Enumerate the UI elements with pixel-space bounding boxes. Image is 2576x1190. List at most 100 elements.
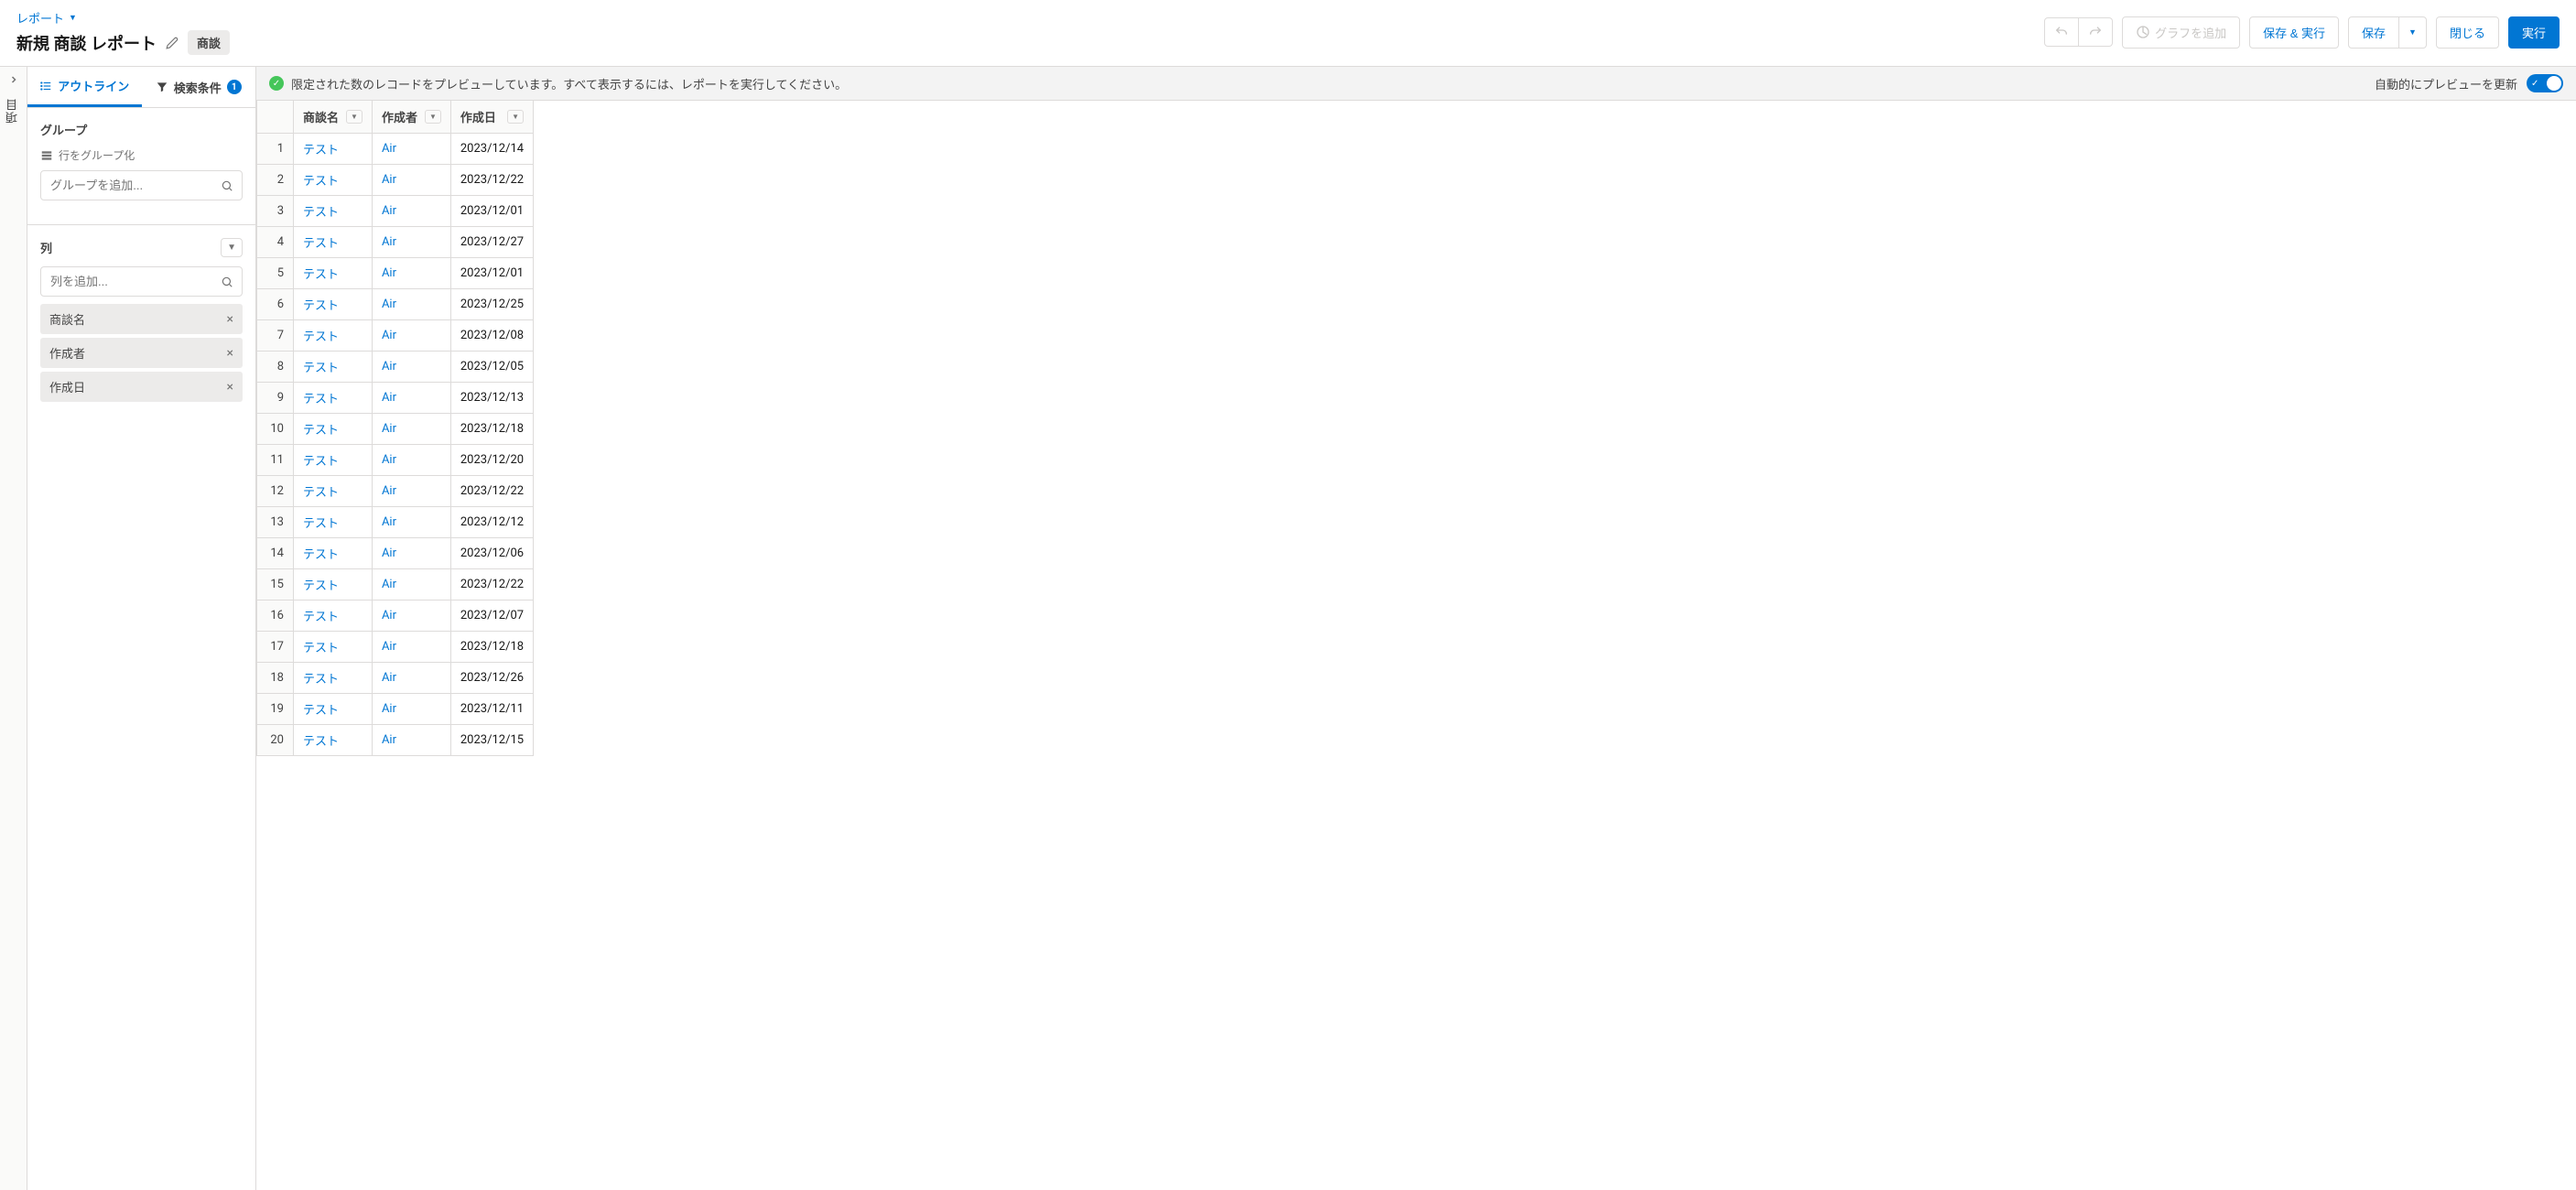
row-number: 12 xyxy=(257,476,294,507)
opportunity-name-cell[interactable]: テスト xyxy=(294,320,373,352)
opportunity-name-cell[interactable]: テスト xyxy=(294,569,373,600)
creator-cell[interactable]: Air xyxy=(372,600,450,632)
date-cell: 2023/12/26 xyxy=(450,663,533,694)
table-row: 14テストAir2023/12/06 xyxy=(257,538,534,569)
creator-cell[interactable]: Air xyxy=(372,663,450,694)
creator-cell[interactable]: Air xyxy=(372,352,450,383)
opportunity-name-cell[interactable]: テスト xyxy=(294,289,373,320)
auto-preview-toggle[interactable]: ✓ xyxy=(2527,74,2563,92)
tab-filters-label: 検索条件 xyxy=(174,79,222,96)
row-number: 7 xyxy=(257,320,294,352)
column-header[interactable]: 商談名 ▼ xyxy=(294,101,373,134)
opportunity-name-cell[interactable]: テスト xyxy=(294,352,373,383)
column-header[interactable]: 作成者▼ xyxy=(372,101,450,134)
filter-count-badge: 1 xyxy=(227,80,242,94)
row-number: 11 xyxy=(257,445,294,476)
save-run-button[interactable]: 保存 & 実行 xyxy=(2249,16,2339,49)
redo-button[interactable] xyxy=(2079,17,2113,47)
table-row: 20テストAir2023/12/15 xyxy=(257,725,534,756)
date-cell: 2023/12/13 xyxy=(450,383,533,414)
opportunity-name-cell[interactable]: テスト xyxy=(294,445,373,476)
filter-icon xyxy=(156,81,168,93)
columns-options-button[interactable]: ▼ xyxy=(221,238,243,257)
row-number: 20 xyxy=(257,725,294,756)
date-cell: 2023/12/22 xyxy=(450,476,533,507)
save-dropdown-button[interactable]: ▼ xyxy=(2399,16,2427,49)
tab-filters[interactable]: 検索条件 1 xyxy=(142,67,256,107)
creator-cell[interactable]: Air xyxy=(372,383,450,414)
opportunity-name-cell[interactable]: テスト xyxy=(294,507,373,538)
row-number: 3 xyxy=(257,196,294,227)
row-number: 5 xyxy=(257,258,294,289)
opportunity-name-cell[interactable]: テスト xyxy=(294,383,373,414)
row-number: 15 xyxy=(257,569,294,600)
table-row: 3テストAir2023/12/01 xyxy=(257,196,534,227)
creator-cell[interactable]: Air xyxy=(372,165,450,196)
column-menu-button[interactable]: ▼ xyxy=(425,110,441,124)
tab-outline[interactable]: アウトライン xyxy=(27,67,142,107)
creator-cell[interactable]: Air xyxy=(372,258,450,289)
column-chip[interactable]: 作成日× xyxy=(40,372,243,402)
close-icon[interactable]: × xyxy=(227,346,233,361)
opportunity-name-cell[interactable]: テスト xyxy=(294,476,373,507)
close-button[interactable]: 閉じる xyxy=(2436,16,2499,49)
run-button[interactable]: 実行 xyxy=(2508,16,2560,49)
creator-cell[interactable]: Air xyxy=(372,507,450,538)
creator-cell[interactable]: Air xyxy=(372,632,450,663)
close-icon[interactable]: × xyxy=(227,312,233,327)
opportunity-name-cell[interactable]: テスト xyxy=(294,134,373,165)
opportunity-name-cell[interactable]: テスト xyxy=(294,196,373,227)
undo-button[interactable] xyxy=(2044,17,2079,47)
page-title: 新規 商談 レポート xyxy=(16,31,157,55)
add-chart-button[interactable]: グラフを追加 xyxy=(2122,16,2240,49)
save-button[interactable]: 保存 xyxy=(2348,16,2399,49)
column-menu-button[interactable]: ▼ xyxy=(507,110,524,124)
table-row: 16テストAir2023/12/07 xyxy=(257,600,534,632)
list-icon xyxy=(39,80,52,92)
creator-cell[interactable]: Air xyxy=(372,320,450,352)
opportunity-name-cell[interactable]: テスト xyxy=(294,694,373,725)
close-icon[interactable]: × xyxy=(227,380,233,395)
row-number: 13 xyxy=(257,507,294,538)
table-row: 17テストAir2023/12/18 xyxy=(257,632,534,663)
creator-cell[interactable]: Air xyxy=(372,196,450,227)
creator-cell[interactable]: Air xyxy=(372,569,450,600)
opportunity-name-cell[interactable]: テスト xyxy=(294,538,373,569)
creator-cell[interactable]: Air xyxy=(372,134,450,165)
opportunity-name-cell[interactable]: テスト xyxy=(294,165,373,196)
fields-rail-label[interactable]: 項目 xyxy=(5,98,22,124)
group-search-input[interactable] xyxy=(40,170,243,200)
opportunity-name-cell[interactable]: テスト xyxy=(294,725,373,756)
column-header-label: 商談名 xyxy=(303,108,339,125)
row-number: 9 xyxy=(257,383,294,414)
redo-icon xyxy=(2088,25,2103,39)
creator-cell[interactable]: Air xyxy=(372,694,450,725)
pencil-icon[interactable] xyxy=(166,37,179,49)
creator-cell[interactable]: Air xyxy=(372,476,450,507)
creator-cell[interactable]: Air xyxy=(372,227,450,258)
table-row: 4テストAir2023/12/27 xyxy=(257,227,534,258)
creator-cell[interactable]: Air xyxy=(372,538,450,569)
opportunity-name-cell[interactable]: テスト xyxy=(294,663,373,694)
column-chip[interactable]: 商談名× xyxy=(40,304,243,334)
creator-cell[interactable]: Air xyxy=(372,289,450,320)
column-chip-label: 作成者 xyxy=(49,344,85,362)
column-chip[interactable]: 作成者 × xyxy=(40,338,243,368)
opportunity-name-cell[interactable]: テスト xyxy=(294,258,373,289)
creator-cell[interactable]: Air xyxy=(372,414,450,445)
opportunity-name-cell[interactable]: テスト xyxy=(294,414,373,445)
columns-search-input[interactable] xyxy=(40,266,243,297)
creator-cell[interactable]: Air xyxy=(372,445,450,476)
breadcrumb-reports[interactable]: レポート xyxy=(16,9,64,27)
chevron-right-icon[interactable] xyxy=(8,74,19,85)
column-menu-button[interactable]: ▼ xyxy=(346,110,363,124)
columns-section: 列 ▼ xyxy=(27,225,255,304)
search-icon xyxy=(221,276,233,288)
opportunity-name-cell[interactable]: テスト xyxy=(294,227,373,258)
opportunity-name-cell[interactable]: テスト xyxy=(294,600,373,632)
caret-down-icon[interactable]: ▼ xyxy=(69,13,77,23)
row-number: 4 xyxy=(257,227,294,258)
column-header[interactable]: 作成日▼ xyxy=(450,101,533,134)
opportunity-name-cell[interactable]: テスト xyxy=(294,632,373,663)
creator-cell[interactable]: Air xyxy=(372,725,450,756)
